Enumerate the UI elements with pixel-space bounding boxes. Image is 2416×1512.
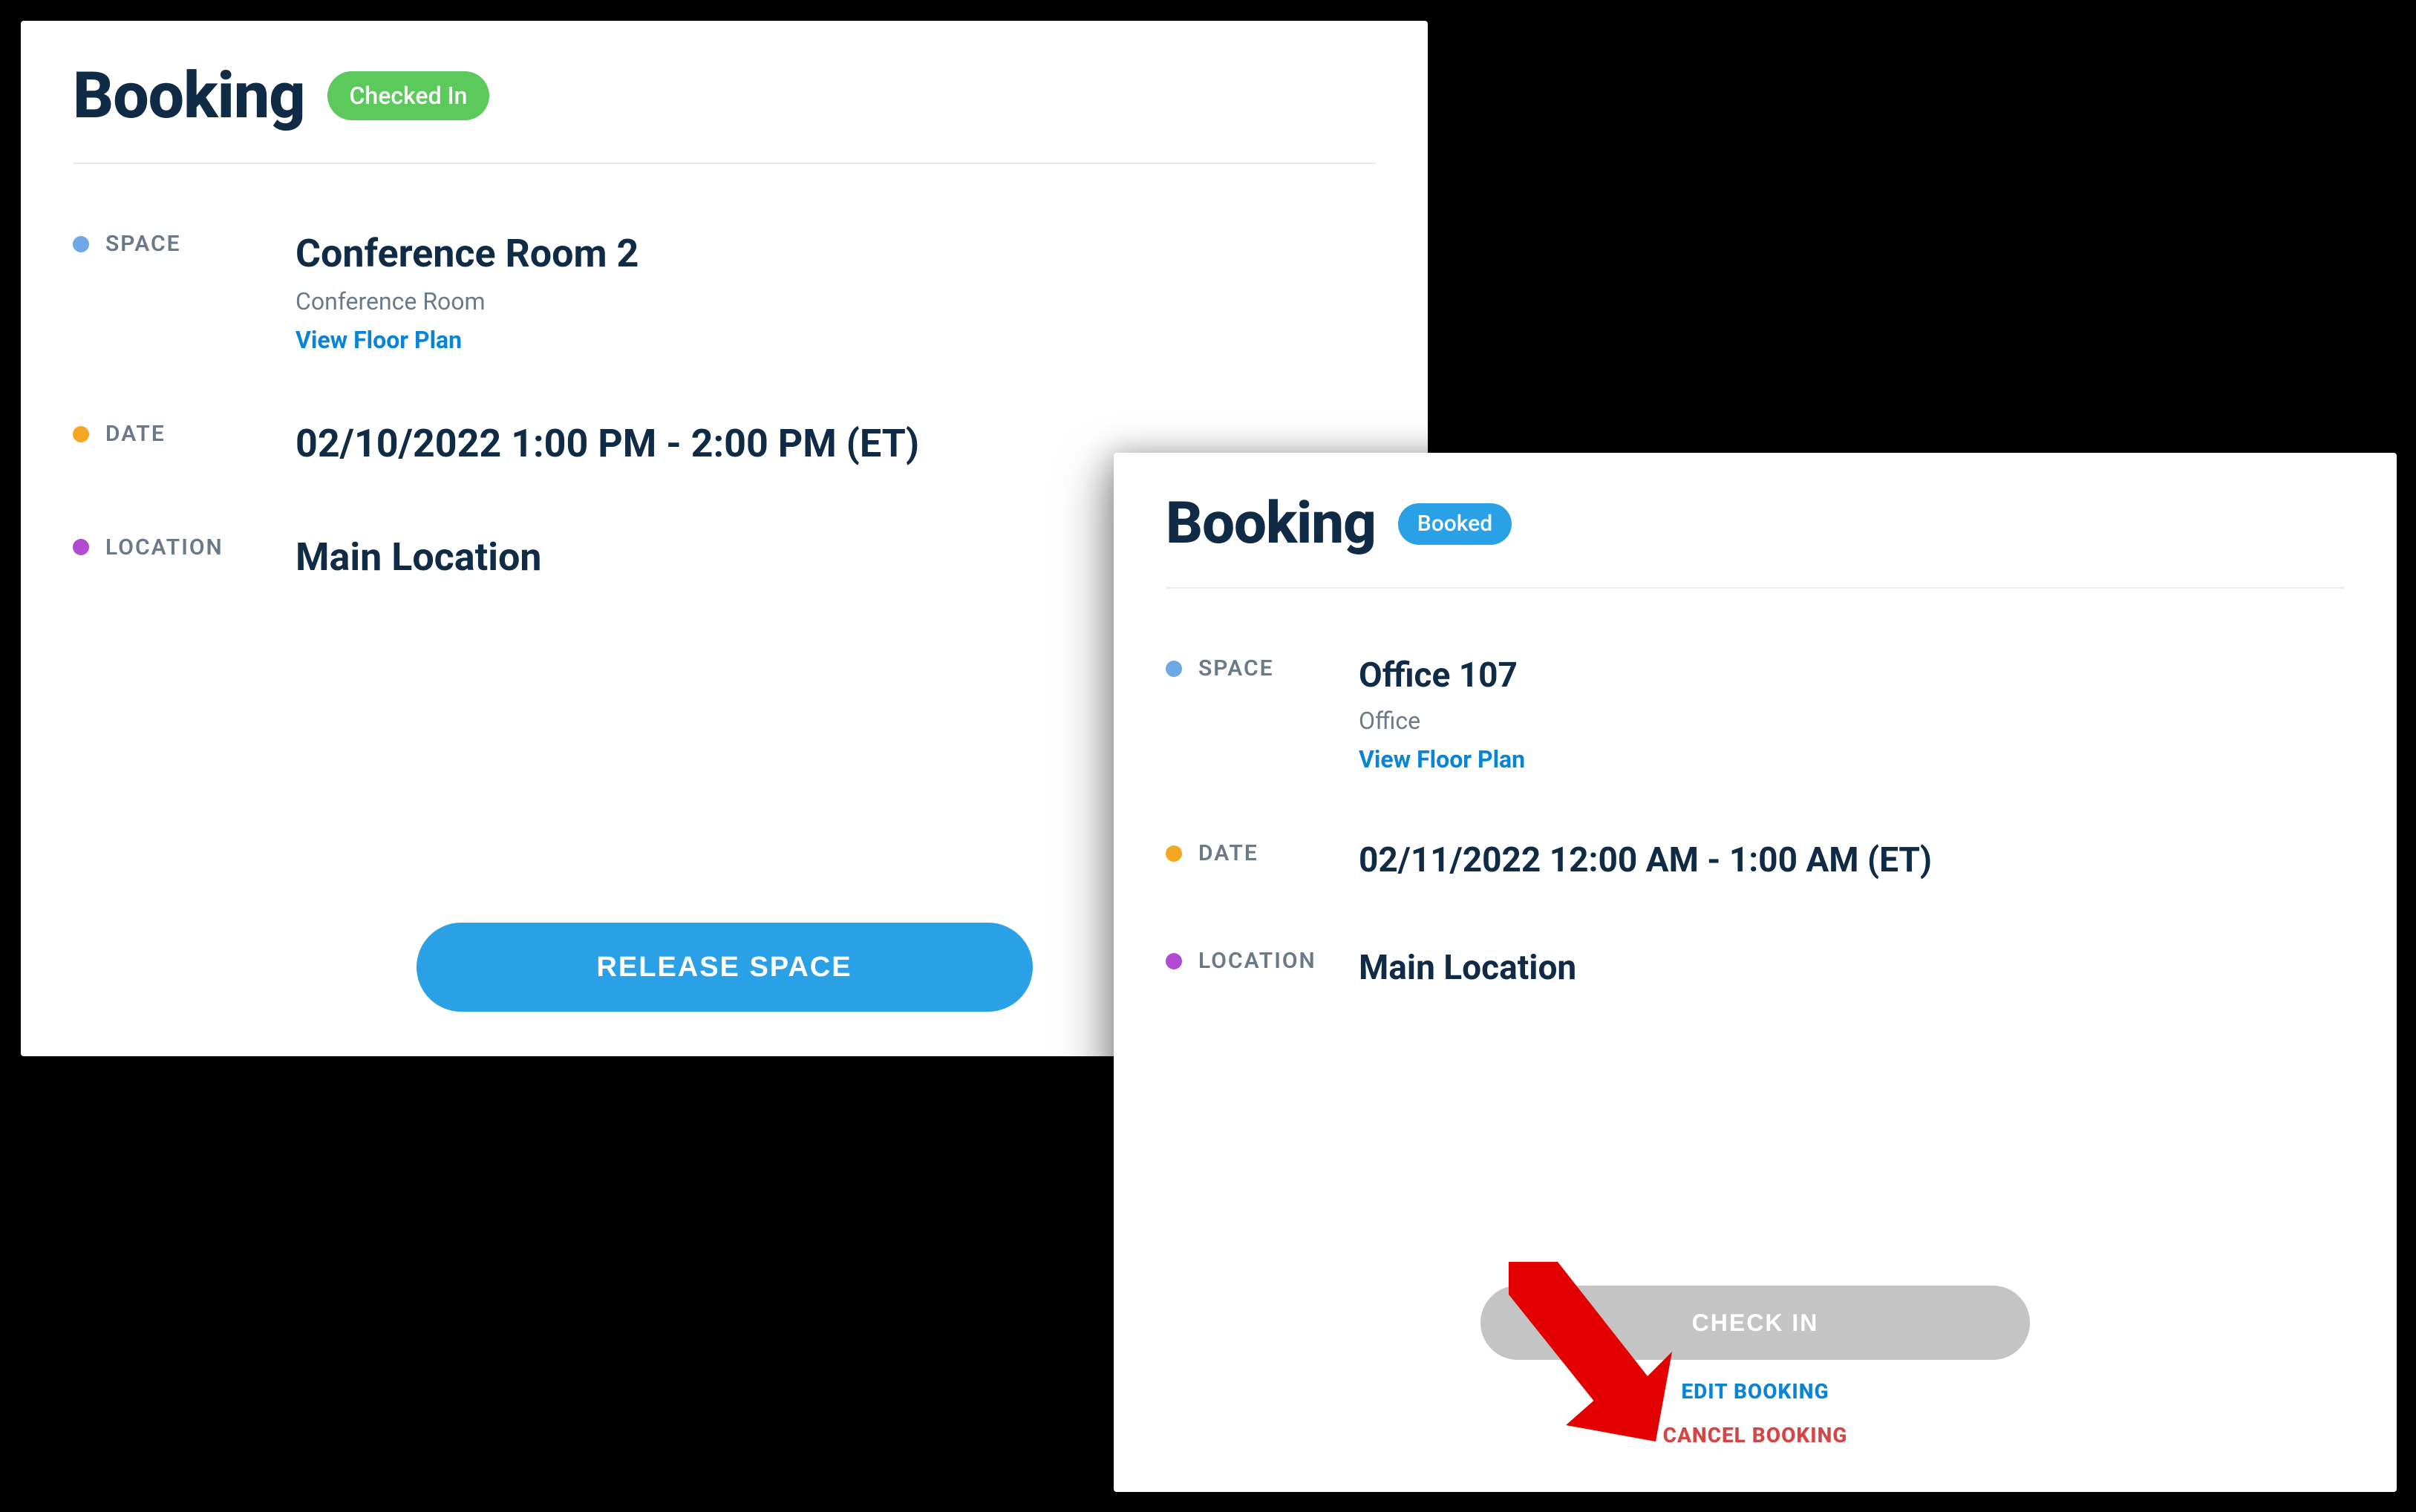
status-badge: Checked In <box>327 71 490 120</box>
label-date: DATE <box>73 421 296 447</box>
page-title: Booking <box>73 58 305 133</box>
card-header: Booking Booked <box>1166 490 2345 589</box>
row-location: LOCATION Main Location <box>1166 948 2345 989</box>
row-date: DATE 02/11/2022 12:00 AM - 1:00 AM (ET) <box>1166 840 2345 881</box>
dot-icon <box>73 539 89 555</box>
dot-icon <box>1166 845 1182 862</box>
view-floor-plan-link[interactable]: View Floor Plan <box>296 326 462 354</box>
cancel-booking-link[interactable]: CANCEL BOOKING <box>1663 1423 1848 1447</box>
label-location: LOCATION <box>73 534 296 560</box>
label-text: DATE <box>105 421 166 447</box>
page-title: Booking <box>1166 490 1376 557</box>
location-value: Main Location <box>1359 948 2345 989</box>
status-badge: Booked <box>1398 503 1512 545</box>
space-type: Conference Room <box>296 287 1376 315</box>
label-text: LOCATION <box>105 534 223 560</box>
row-space: SPACE Conference Room 2 Conference Room … <box>73 231 1376 354</box>
edit-booking-link[interactable]: EDIT BOOKING <box>1681 1379 1829 1404</box>
dot-icon <box>1166 661 1182 677</box>
release-space-button[interactable]: RELEASE SPACE <box>417 923 1033 1012</box>
label-text: DATE <box>1198 840 1258 866</box>
space-type: Office <box>1359 707 2345 735</box>
check-in-button[interactable]: CHECK IN <box>1480 1286 2030 1360</box>
value-date: 02/11/2022 12:00 AM - 1:00 AM (ET) <box>1359 840 2345 881</box>
value-space: Conference Room 2 Conference Room View F… <box>296 231 1376 354</box>
view-floor-plan-link[interactable]: View Floor Plan <box>1359 745 1525 773</box>
value-location: Main Location <box>1359 948 2345 989</box>
space-name: Office 107 <box>1359 655 2345 696</box>
label-text: LOCATION <box>1198 948 1316 974</box>
card-header: Booking Checked In <box>73 58 1376 164</box>
label-date: DATE <box>1166 840 1359 866</box>
dot-icon <box>1166 953 1182 969</box>
dot-icon <box>73 426 89 442</box>
row-space: SPACE Office 107 Office View Floor Plan <box>1166 655 2345 773</box>
space-name: Conference Room 2 <box>296 231 1376 277</box>
card-actions: CHECK IN EDIT BOOKING CANCEL BOOKING <box>1114 1286 2397 1447</box>
value-space: Office 107 Office View Floor Plan <box>1359 655 2345 773</box>
label-location: LOCATION <box>1166 948 1359 974</box>
date-value: 02/11/2022 12:00 AM - 1:00 AM (ET) <box>1359 840 2345 881</box>
label-text: SPACE <box>105 231 181 257</box>
label-space: SPACE <box>73 231 296 257</box>
dot-icon <box>73 236 89 252</box>
label-text: SPACE <box>1198 655 1274 681</box>
label-space: SPACE <box>1166 655 1359 681</box>
booking-card-booked: Booking Booked SPACE Office 107 Office V… <box>1114 453 2397 1492</box>
